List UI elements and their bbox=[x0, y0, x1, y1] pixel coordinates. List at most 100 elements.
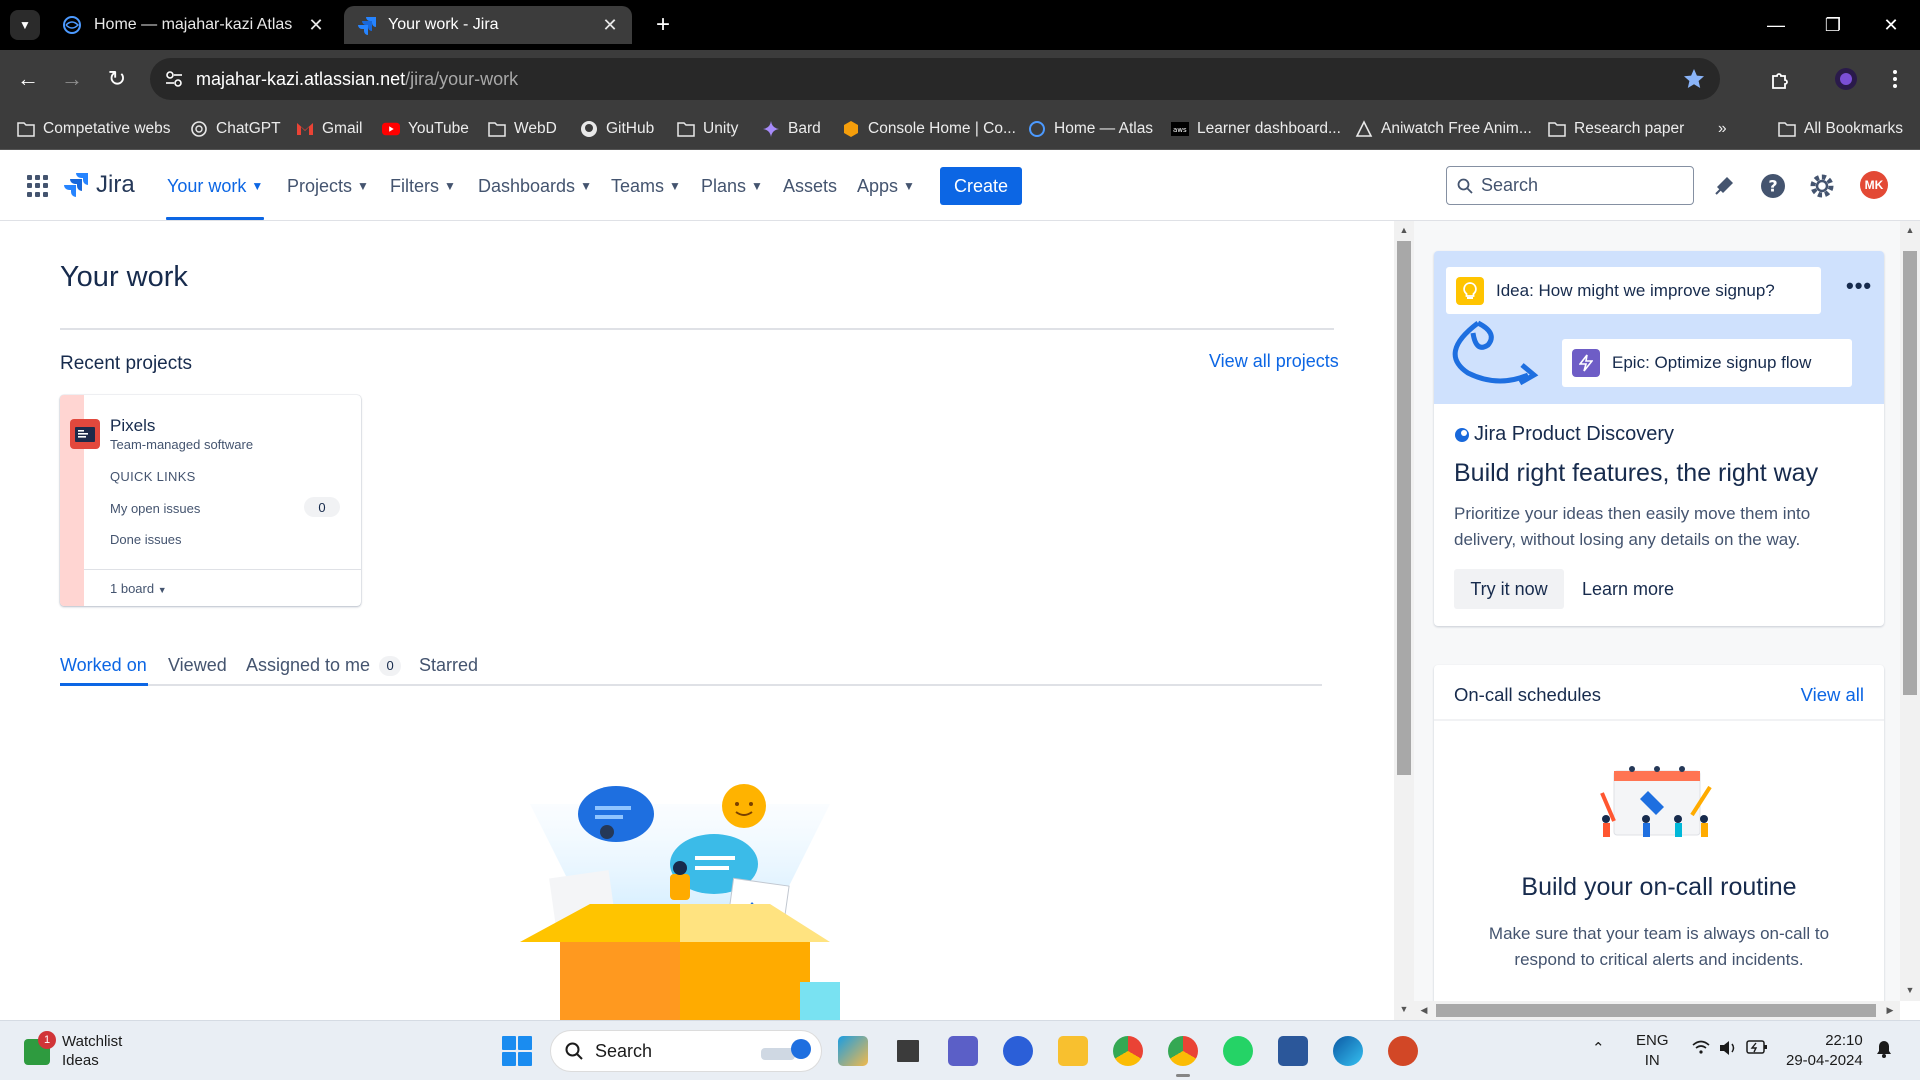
app-switcher-icon[interactable] bbox=[27, 175, 49, 197]
panel-horizontal-scrollbar[interactable]: ◀ ▶ bbox=[1414, 1001, 1900, 1020]
whatsapp-icon[interactable] bbox=[1223, 1036, 1253, 1066]
scroll-right-arrow[interactable]: ▶ bbox=[1880, 1005, 1900, 1016]
scroll-down-arrow[interactable]: ▼ bbox=[1394, 1004, 1414, 1014]
learn-more-button[interactable]: Learn more bbox=[1582, 569, 1674, 609]
user-avatar[interactable]: MK bbox=[1860, 171, 1888, 199]
scroll-up-arrow[interactable]: ▲ bbox=[1900, 225, 1920, 235]
bookmark-gmail[interactable]: Gmail bbox=[296, 116, 362, 142]
window-close-button[interactable]: ✕ bbox=[1871, 10, 1911, 40]
your-work-page: Your work Recent projects View all proje… bbox=[0, 221, 1394, 1020]
tab-assigned-to-me[interactable]: Assigned to me 0 bbox=[246, 655, 402, 676]
scrollbar-thumb[interactable] bbox=[1903, 251, 1917, 695]
notification-bell-icon[interactable] bbox=[1876, 1040, 1892, 1064]
profile-avatar-icon[interactable] bbox=[1831, 64, 1861, 94]
chrome-active-icon[interactable] bbox=[1168, 1036, 1198, 1077]
bookmark-github[interactable]: GitHub bbox=[580, 116, 654, 142]
board-dropdown[interactable]: 1 board ▼ bbox=[110, 581, 167, 596]
create-button[interactable]: Create bbox=[940, 167, 1022, 205]
teams-icon[interactable] bbox=[948, 1036, 978, 1066]
edge-icon[interactable] bbox=[1333, 1036, 1363, 1066]
nav-plans[interactable]: Plans ▼ bbox=[701, 175, 763, 197]
search-box[interactable] bbox=[1446, 166, 1694, 205]
bookmarks-overflow-button[interactable]: » bbox=[1718, 116, 1727, 142]
language-indicator[interactable]: ENG IN bbox=[1636, 1031, 1669, 1071]
bookmark-research-paper[interactable]: Research paper bbox=[1548, 116, 1684, 142]
close-icon[interactable]: ✕ bbox=[306, 15, 326, 35]
nav-your-work[interactable]: Your work ▼ bbox=[167, 175, 263, 197]
help-icon[interactable]: ? bbox=[1759, 172, 1787, 200]
minimize-button[interactable]: — bbox=[1756, 10, 1796, 40]
back-button[interactable]: ← bbox=[13, 64, 43, 94]
taskbar-search[interactable]: Search bbox=[550, 1030, 822, 1072]
forward-button[interactable]: → bbox=[57, 64, 87, 94]
scroll-up-arrow[interactable]: ▲ bbox=[1394, 225, 1414, 235]
more-options-icon[interactable]: ••• bbox=[1846, 273, 1872, 299]
bookmark-unity[interactable]: Unity bbox=[677, 116, 738, 142]
bookmark-competative-webs[interactable]: Competative webs bbox=[17, 116, 171, 142]
scroll-left-arrow[interactable]: ◀ bbox=[1414, 1005, 1434, 1016]
word-icon[interactable] bbox=[1278, 1036, 1308, 1066]
nav-label: Assets bbox=[783, 175, 838, 196]
search-input[interactable] bbox=[1481, 175, 1671, 196]
all-bookmarks-button[interactable]: All Bookmarks bbox=[1778, 116, 1903, 142]
my-open-issues-link[interactable]: My open issues bbox=[110, 501, 200, 516]
browser-tab-atlas[interactable]: Home — majahar-kazi Atlas ✕ bbox=[50, 6, 338, 44]
bookmark-bard[interactable]: Bard bbox=[762, 116, 821, 142]
task-view-icon[interactable] bbox=[893, 1036, 923, 1066]
windows-start-icon[interactable] bbox=[502, 1036, 532, 1066]
bookmark-star-icon[interactable] bbox=[1682, 67, 1706, 91]
zoom-icon[interactable] bbox=[1003, 1036, 1033, 1066]
tray-overflow-icon[interactable]: ⌃ bbox=[1592, 1039, 1605, 1059]
tab-worked-on[interactable]: Worked on bbox=[60, 655, 147, 676]
scrollbar-thumb[interactable] bbox=[1397, 241, 1411, 775]
done-issues-link[interactable]: Done issues bbox=[110, 532, 182, 547]
powerpoint-icon[interactable] bbox=[1388, 1036, 1418, 1066]
bookmark-chatgpt[interactable]: ChatGPT bbox=[190, 116, 281, 142]
bookmark-console-home[interactable]: Console Home | Co... bbox=[842, 116, 1016, 142]
browser-menu-icon[interactable] bbox=[1880, 64, 1910, 94]
restore-button[interactable]: ❐ bbox=[1813, 10, 1853, 40]
nav-teams[interactable]: Teams ▼ bbox=[611, 175, 681, 197]
bookmark-learner-dashboard[interactable]: aws Learner dashboard... bbox=[1171, 116, 1341, 142]
browser-tab-jira[interactable]: Your work - Jira ✕ bbox=[344, 6, 632, 44]
chrome-icon[interactable] bbox=[1113, 1036, 1143, 1066]
site-settings-icon[interactable] bbox=[164, 69, 184, 89]
address-bar[interactable]: majahar-kazi.atlassian.net/jira/your-wor… bbox=[150, 58, 1720, 100]
watchlist-widget[interactable]: 1 Watchlist Ideas bbox=[24, 1031, 122, 1069]
wifi-icon[interactable] bbox=[1692, 1040, 1710, 1060]
bookmark-webd[interactable]: WebD bbox=[488, 116, 557, 142]
close-icon[interactable]: ✕ bbox=[600, 15, 620, 35]
tab-search-button[interactable]: ▼ bbox=[10, 10, 40, 40]
project-name[interactable]: Pixels bbox=[110, 416, 155, 436]
battery-icon[interactable] bbox=[1746, 1040, 1768, 1060]
nav-dashboards[interactable]: Dashboards ▼ bbox=[478, 175, 592, 197]
nav-label: Your work bbox=[167, 175, 247, 196]
bookmark-youtube[interactable]: YouTube bbox=[382, 116, 469, 142]
reload-button[interactable]: ↻ bbox=[102, 64, 132, 94]
main-vertical-scrollbar[interactable]: ▲ ▼ bbox=[1394, 221, 1414, 1020]
nav-projects[interactable]: Projects ▼ bbox=[287, 175, 369, 197]
jira-logo[interactable]: Jira bbox=[64, 170, 135, 200]
project-card-pixels[interactable]: Pixels Team-managed software QUICK LINKS… bbox=[60, 395, 361, 606]
file-explorer-icon[interactable] bbox=[1058, 1036, 1088, 1066]
clock[interactable]: 22:10 29-04-2024 bbox=[1786, 1031, 1863, 1071]
scrollbar-thumb[interactable] bbox=[1436, 1004, 1876, 1017]
view-all-link[interactable]: View all bbox=[1801, 684, 1864, 706]
nav-filters[interactable]: Filters ▼ bbox=[390, 175, 456, 197]
panel-vertical-scrollbar[interactable]: ▲ ▼ bbox=[1900, 221, 1920, 1001]
tab-starred[interactable]: Starred bbox=[419, 655, 478, 676]
scroll-down-arrow[interactable]: ▼ bbox=[1900, 985, 1920, 995]
try-it-now-button[interactable]: Try it now bbox=[1454, 569, 1564, 609]
bookmark-aniwatch[interactable]: Aniwatch Free Anim... bbox=[1355, 116, 1532, 142]
bookmark-home-atlas[interactable]: Home — Atlas bbox=[1028, 116, 1153, 142]
volume-icon[interactable] bbox=[1718, 1040, 1738, 1062]
nav-apps[interactable]: Apps ▼ bbox=[857, 175, 915, 197]
tab-viewed[interactable]: Viewed bbox=[168, 655, 227, 676]
settings-gear-icon[interactable] bbox=[1808, 172, 1836, 200]
new-tab-button[interactable]: + bbox=[650, 11, 676, 38]
view-all-projects-link[interactable]: View all projects bbox=[1209, 351, 1339, 372]
copilot-icon[interactable] bbox=[838, 1036, 868, 1066]
extensions-icon[interactable] bbox=[1766, 64, 1796, 94]
notifications-icon[interactable] bbox=[1710, 172, 1738, 200]
nav-assets[interactable]: Assets bbox=[783, 175, 837, 197]
